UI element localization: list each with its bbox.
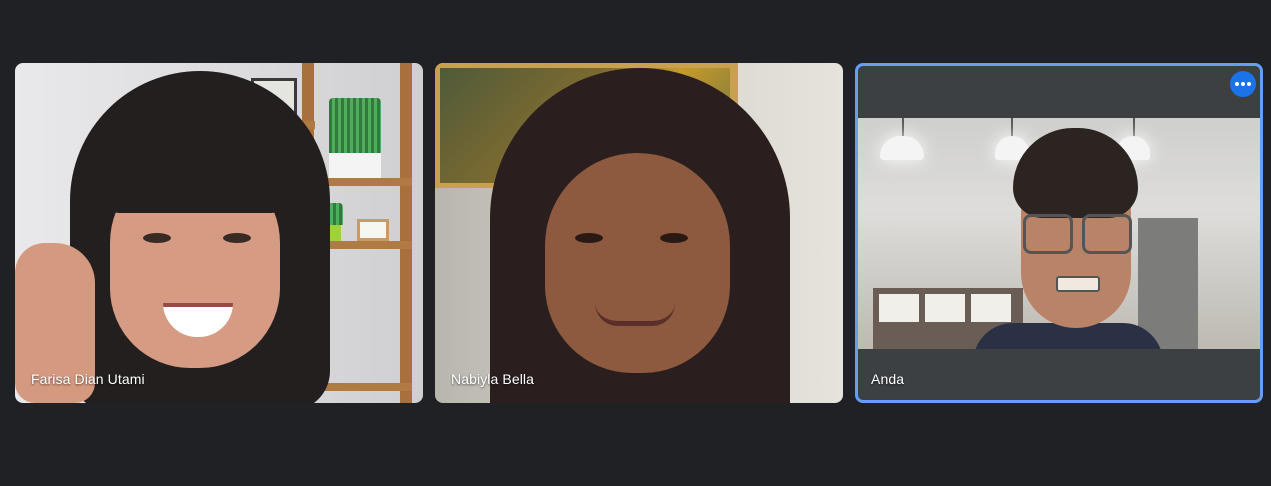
participant-tile[interactable]: Farisa Dian Utami	[15, 63, 423, 403]
participant-name: Farisa Dian Utami	[31, 371, 145, 387]
participant-name: Nabiyla Bella	[451, 371, 535, 387]
participant-name: Anda	[871, 371, 905, 387]
more-options-button[interactable]	[1230, 71, 1256, 97]
participant-video	[15, 63, 423, 403]
participant-video	[435, 63, 843, 403]
participant-tile[interactable]: Nabiyla Bella	[435, 63, 843, 403]
more-horizontal-icon	[1235, 82, 1251, 86]
participant-video	[858, 118, 1260, 349]
self-participant-tile[interactable]: Anda	[855, 63, 1263, 403]
